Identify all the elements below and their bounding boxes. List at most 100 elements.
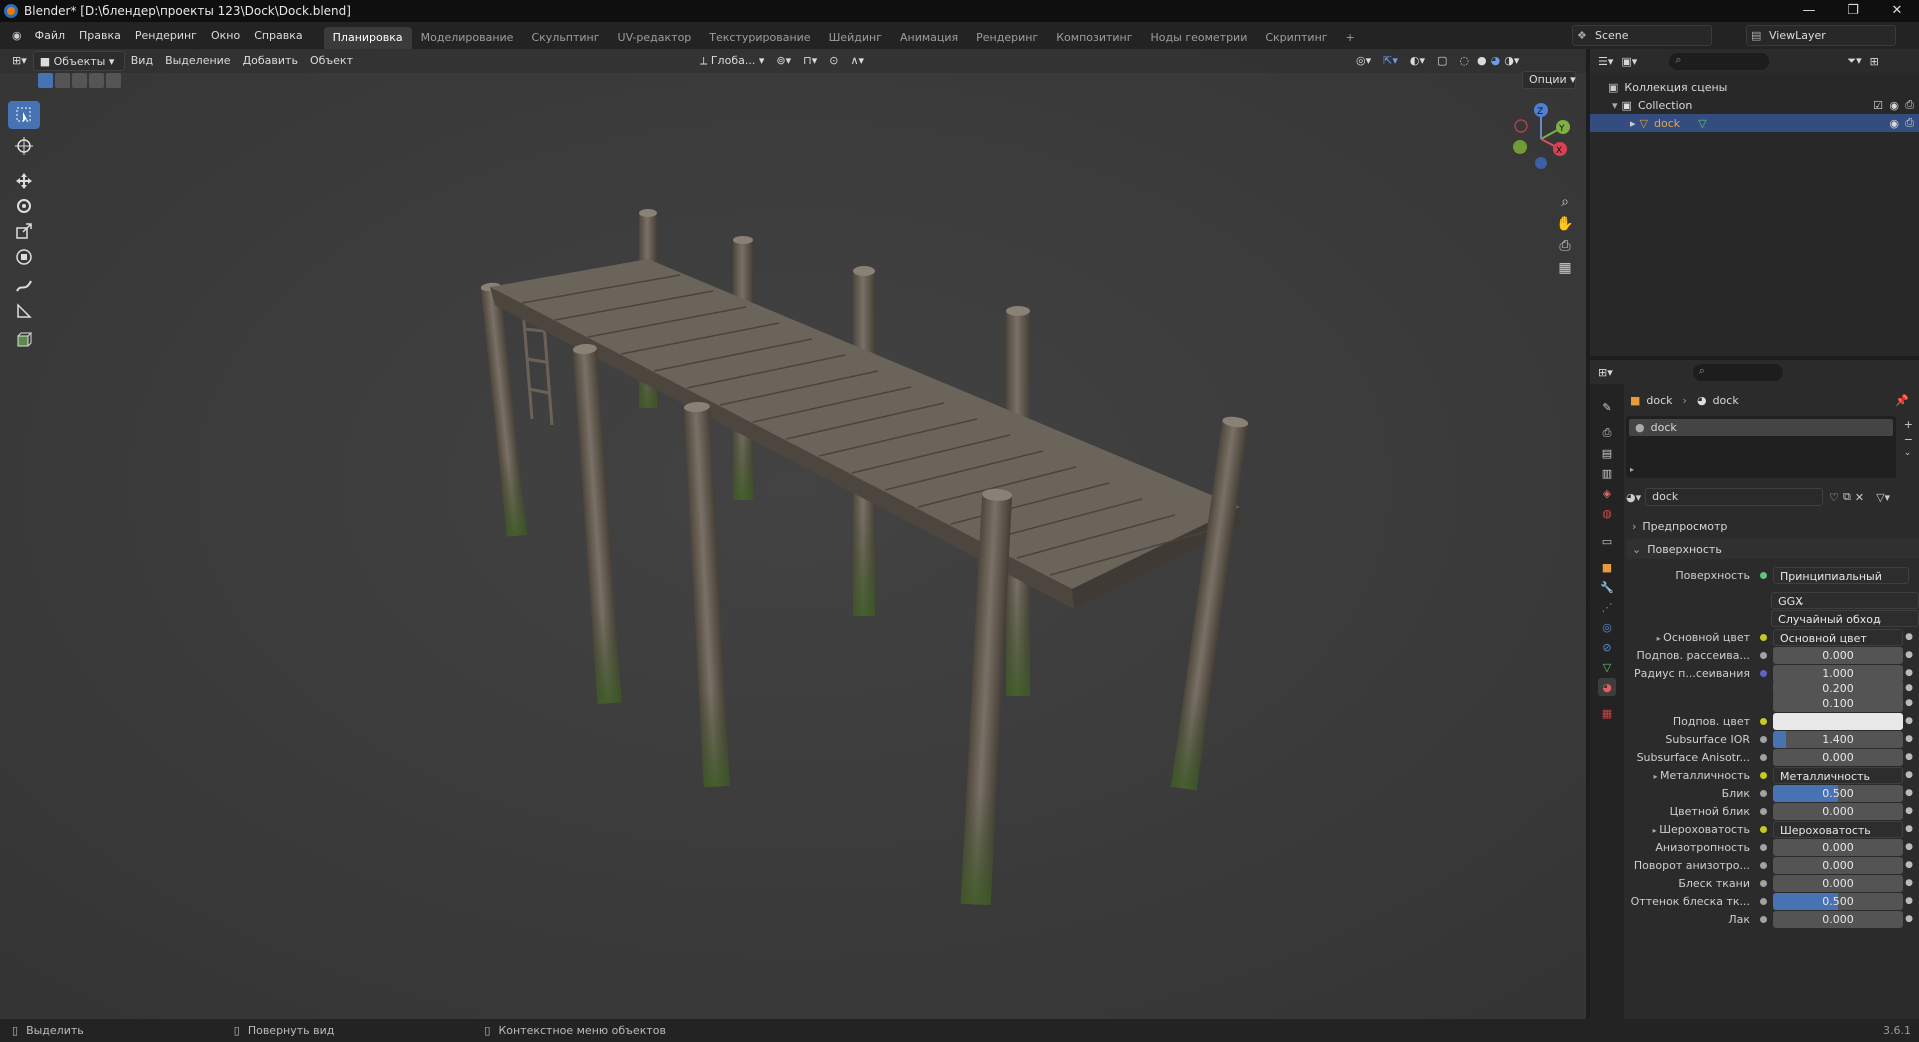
value-slider[interactable]: 0.500	[1773, 784, 1903, 802]
tab-animation[interactable]: Анимация	[891, 27, 967, 49]
linked-input-field[interactable]: Шероховатость	[1773, 820, 1903, 838]
add-cube-tool-icon[interactable]	[8, 326, 40, 354]
view-layer-tab-icon[interactable]: ▥	[1598, 464, 1616, 482]
outliner-editor-type-icon[interactable]: ☰▾	[1598, 55, 1613, 68]
shading-wireframe-icon[interactable]: ◌	[1453, 51, 1475, 71]
surface-shader-field[interactable]: Принципиальный BSDF	[1773, 566, 1909, 584]
input-socket-icon[interactable]	[1760, 789, 1767, 797]
shading-rendered-icon[interactable]: ◑▾	[1502, 51, 1521, 71]
distribution-dropdown[interactable]: GGX⌄	[1771, 591, 1919, 609]
keyframe-icon[interactable]: ●	[1905, 752, 1913, 762]
properties-search-input[interactable]: ⌕	[1692, 363, 1783, 381]
scale-tool-icon[interactable]	[8, 217, 40, 245]
blender-menu-icon[interactable]: ◉	[6, 22, 28, 49]
menu-window[interactable]: Окно	[204, 22, 247, 49]
material-name-field[interactable]: dock	[1645, 488, 1824, 506]
keyframe-icon[interactable]: ●	[1905, 824, 1913, 834]
outliner-search-input[interactable]: ⌕	[1669, 52, 1770, 70]
keyframe-icon[interactable]: ●	[1905, 842, 1913, 852]
linked-input-field[interactable]: Металличность	[1773, 766, 1903, 784]
select-subtract-icon[interactable]	[72, 73, 87, 88]
filter-icon[interactable]: ⏷▾	[1847, 54, 1861, 68]
scene-tab-icon[interactable]: ◈	[1598, 484, 1616, 502]
keyframe-icon[interactable]: ●	[1905, 698, 1913, 708]
menu-select[interactable]: Выделение	[159, 51, 237, 71]
input-socket-icon[interactable]	[1760, 861, 1767, 869]
subsurface-method-dropdown[interactable]: Случайный обход⌄	[1771, 609, 1919, 627]
object-tab-icon[interactable]: ■	[1598, 558, 1616, 576]
input-socket-icon[interactable]	[1760, 717, 1767, 725]
value-slider[interactable]: 0.500	[1773, 892, 1903, 910]
tab-texture-paint[interactable]: Текстурирование	[700, 27, 819, 49]
select-extend-icon[interactable]	[55, 73, 70, 88]
keyframe-icon[interactable]: ●	[1905, 860, 1913, 870]
data-tab-icon[interactable]: ▽	[1598, 658, 1616, 676]
tab-shading[interactable]: Шейдинг	[820, 27, 891, 49]
value-slider[interactable]: 0.100	[1773, 694, 1903, 712]
select-invert-icon[interactable]	[89, 73, 104, 88]
scene-selector[interactable]: ❖ Scene	[1572, 25, 1712, 46]
expand-object-icon[interactable]: ▸	[1630, 117, 1636, 130]
surface-panel-header[interactable]: ⌄ Поверхность	[1626, 539, 1919, 559]
input-socket-icon[interactable]	[1760, 879, 1767, 887]
world-tab-icon[interactable]: ◍	[1598, 504, 1616, 522]
input-socket-icon[interactable]	[1760, 825, 1767, 833]
select-box-tool-icon[interactable]	[8, 101, 40, 129]
view-layer-selector[interactable]: ▤ ViewLayer	[1746, 25, 1896, 46]
gizmo-toggle-icon[interactable]: ⇱▾	[1377, 51, 1404, 71]
editor-type-icon[interactable]: ⊞▾	[6, 51, 33, 71]
select-new-icon[interactable]	[38, 73, 53, 88]
value-slider[interactable]: 1.400	[1773, 730, 1903, 748]
mode-selector[interactable]: ■ Объекты ▾	[32, 51, 125, 71]
material-slot-item[interactable]: ● dock	[1629, 419, 1893, 436]
input-socket-icon[interactable]	[1760, 753, 1767, 761]
duplicate-material-icon[interactable]: ⧉	[1843, 490, 1851, 504]
expand-link-icon[interactable]: ▸	[1657, 634, 1664, 643]
minimize-button[interactable]: —	[1787, 0, 1831, 22]
remove-slot-button[interactable]: −	[1904, 433, 1913, 446]
close-button[interactable]: ✕	[1875, 0, 1919, 22]
expand-link-icon[interactable]: ▸	[1653, 826, 1660, 835]
keyframe-icon[interactable]: ●	[1905, 878, 1913, 888]
visibility-icon[interactable]: ◎▾	[1350, 51, 1377, 71]
tab-uv-editing[interactable]: UV-редактор	[609, 27, 701, 49]
value-slider[interactable]: 0.000	[1773, 856, 1903, 874]
menu-render[interactable]: Рендеринг	[128, 22, 204, 49]
keyframe-icon[interactable]: ●	[1905, 806, 1913, 816]
modifier-tab-icon[interactable]: 🔧	[1598, 578, 1616, 596]
shading-solid-icon[interactable]: ●	[1475, 51, 1489, 71]
measure-tool-icon[interactable]	[8, 297, 40, 325]
texture-tab-icon[interactable]: ▦	[1598, 704, 1616, 722]
object-render-camera-icon[interactable]: ⎙	[1905, 116, 1914, 130]
tree-collection[interactable]: ▾ ▣ Collection ☑ ◉ ⎙	[1590, 96, 1919, 114]
overlay-toggle-icon[interactable]: ◐▾	[1404, 51, 1431, 71]
keyframe-icon[interactable]: ●	[1905, 770, 1913, 780]
properties-editor-type-icon[interactable]: ⊞▾	[1598, 366, 1613, 379]
tree-scene-collection[interactable]: ▣ Коллекция сцены	[1590, 78, 1919, 96]
input-socket-icon[interactable]	[1760, 735, 1767, 743]
new-collection-icon[interactable]: ⊞	[1870, 55, 1879, 68]
input-socket-icon[interactable]	[1760, 633, 1767, 641]
value-slider[interactable]: 0.000	[1773, 646, 1903, 664]
input-socket-icon[interactable]	[1760, 915, 1767, 923]
transform-orientation-dropdown[interactable]: ⟂ Глоба... ▾	[694, 51, 770, 71]
output-tab-icon[interactable]: ▤	[1598, 444, 1616, 462]
input-socket-icon[interactable]	[1760, 771, 1767, 779]
options-dropdown[interactable]: Опции ▾	[1522, 71, 1576, 89]
particles-tab-icon[interactable]: ⋰	[1598, 598, 1616, 616]
constraints-tab-icon[interactable]: ⊘	[1598, 638, 1616, 656]
expand-link-icon[interactable]: ▸	[1653, 772, 1660, 781]
rotate-tool-icon[interactable]	[8, 192, 40, 220]
menu-edit[interactable]: Правка	[72, 22, 128, 49]
shader-socket-icon[interactable]	[1760, 571, 1767, 579]
keyframe-icon[interactable]: ●	[1905, 668, 1913, 678]
tab-layout[interactable]: Планировка	[323, 27, 412, 49]
perspective-toggle-icon[interactable]: ▦	[1552, 255, 1578, 281]
menu-file[interactable]: Файл	[28, 22, 72, 49]
menu-add[interactable]: Добавить	[237, 51, 304, 71]
input-socket-icon[interactable]	[1760, 651, 1767, 659]
physics-tab-icon[interactable]: ◎	[1598, 618, 1616, 636]
material-tab-icon[interactable]: ◕	[1598, 678, 1616, 696]
tab-compositing[interactable]: Композитинг	[1047, 27, 1141, 49]
tree-object-dock[interactable]: ▸ ▽ dock ▽ ◉ ⎙	[1590, 114, 1919, 132]
